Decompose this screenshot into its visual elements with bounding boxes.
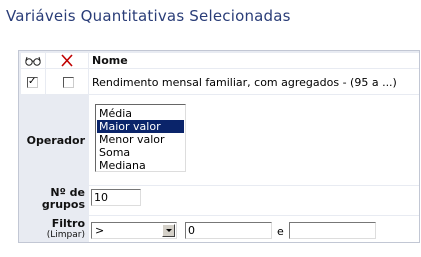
filter-to-input[interactable] <box>289 222 376 239</box>
filter-conjunction: e <box>277 225 284 238</box>
filter-label-cell: Filtro (Limpar) <box>21 216 88 242</box>
filter-label: Filtro <box>51 217 85 230</box>
filter-comparator-select[interactable]: > <box>91 222 177 239</box>
operator-option-mediana[interactable]: Mediana <box>97 159 184 172</box>
filter-comparator-value: > <box>95 224 105 237</box>
operator-option-media[interactable]: Média <box>97 107 184 120</box>
operator-option-maior-valor[interactable]: Maior valor <box>97 120 184 133</box>
operator-listbox[interactable]: Média Maior valor Menor valor Soma Media… <box>95 104 186 172</box>
checkmark-icon: ✓ <box>28 76 37 87</box>
groups-label: Nº de grupos <box>42 187 85 211</box>
variables-panel: Nome ✓ Rendimento mensal familiar, com a… <box>18 50 420 243</box>
filter-from-input[interactable]: 0 <box>185 222 272 239</box>
remove-checkbox-cell <box>46 69 88 94</box>
view-checkbox-cell: ✓ <box>21 69 45 94</box>
name-column-header: Nome <box>89 53 419 68</box>
glasses-icon <box>25 56 41 66</box>
x-icon <box>61 54 73 67</box>
chevron-down-icon[interactable] <box>162 224 175 237</box>
operator-option-menor-valor[interactable]: Menor valor <box>97 133 184 146</box>
operator-label-cell: Operador <box>21 95 88 185</box>
groups-label-line2: grupos <box>41 198 85 211</box>
remove-checkbox[interactable] <box>63 77 74 88</box>
operator-option-soma[interactable]: Soma <box>97 146 184 159</box>
remove-column-header <box>46 53 88 68</box>
view-checkbox[interactable]: ✓ <box>27 76 38 88</box>
table-row: Rendimento mensal familiar, com agregado… <box>89 69 419 94</box>
operator-label: Operador <box>26 134 85 147</box>
name-column-label: Nome <box>92 54 128 67</box>
groups-input[interactable]: 10 <box>91 189 141 206</box>
view-column-header <box>21 53 45 68</box>
groups-label-cell: Nº de grupos <box>21 186 88 215</box>
page-title: Variáveis Quantitativas Selecionadas <box>6 7 291 25</box>
variable-name: Rendimento mensal familiar, com agregado… <box>92 76 397 89</box>
clear-filter-link[interactable]: (Limpar) <box>47 230 85 240</box>
